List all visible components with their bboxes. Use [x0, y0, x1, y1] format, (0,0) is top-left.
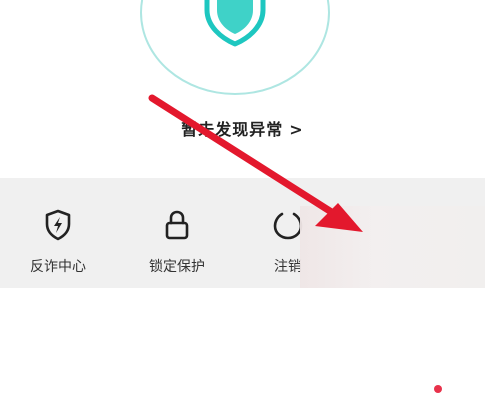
- lock-icon: [160, 208, 194, 242]
- blurred-region: [300, 206, 485, 288]
- lock-protection-label: 锁定保护: [149, 259, 205, 275]
- status-link[interactable]: 暂未发现异常 >: [0, 116, 485, 140]
- anti-fraud-label: 反诈中心: [30, 259, 86, 275]
- notification-dot: [434, 385, 442, 393]
- security-status-area: 暂未发现异常 >: [0, 0, 485, 178]
- lock-protection-button[interactable]: 锁定保护: [127, 208, 227, 276]
- shield-lightning-icon: [41, 208, 75, 242]
- shield-icon: [195, 0, 275, 48]
- chevron-right-icon: >: [289, 120, 304, 139]
- status-text: 暂未发现异常: [181, 120, 284, 139]
- anti-fraud-center-button[interactable]: 反诈中心: [8, 208, 108, 276]
